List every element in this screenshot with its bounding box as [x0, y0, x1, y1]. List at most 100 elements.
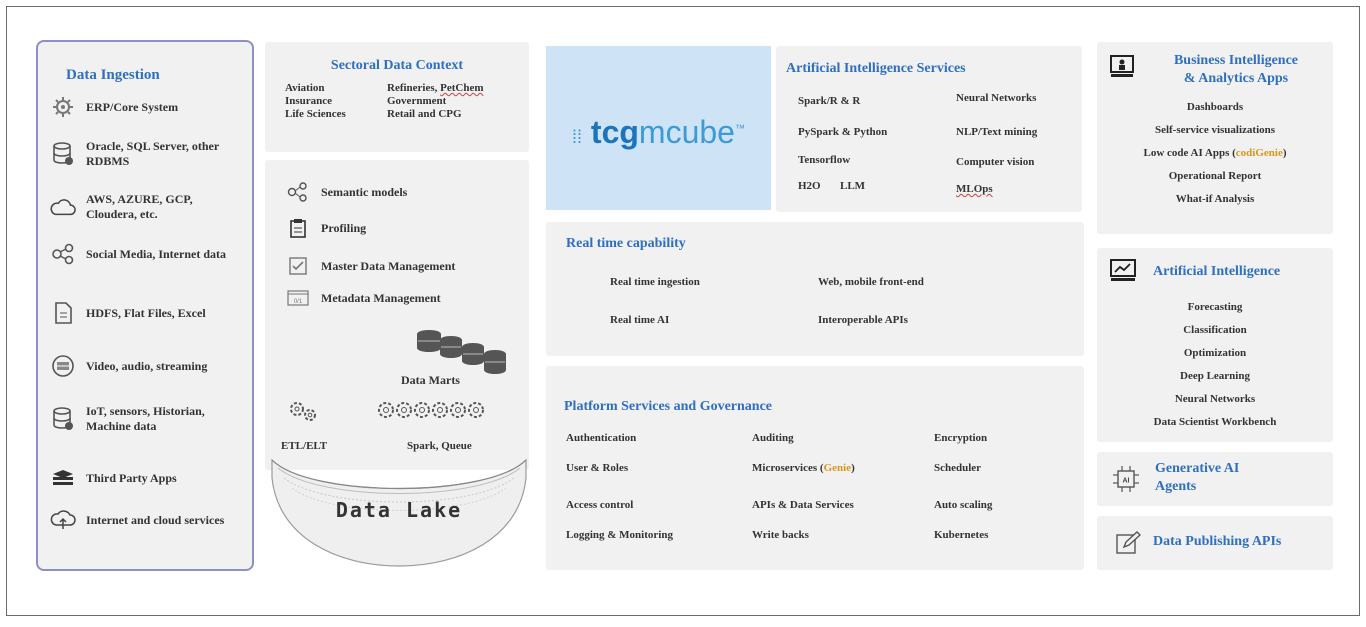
ingestion-item-hdfs: HDFS, Flat Files, Excel: [50, 300, 246, 326]
platform-item: User & Roles: [566, 462, 629, 474]
ai-service-item: Computer vision: [956, 156, 1035, 168]
data-ingestion-panel: Data Ingestion ERP/Core System Oracle, S…: [36, 40, 254, 571]
sector-grid: Aviation Refineries, PetChem Insurance G…: [285, 82, 527, 120]
platform-item: Logging & Monitoring: [566, 529, 673, 541]
media-icon: [50, 353, 76, 379]
ai-title: Artificial Intelligence: [1153, 264, 1281, 279]
bi-item: What-if Analysis: [1175, 193, 1255, 205]
platform-item: APIs & Data Services: [752, 499, 854, 511]
iot-database-icon: [50, 406, 76, 432]
checkbox-icon: [287, 256, 309, 276]
ingestion-label: Social Media, Internet data: [86, 246, 226, 261]
ai-services-title: Artificial Intelligence Services: [786, 61, 966, 76]
ingestion-label: Video, audio, streaming: [86, 358, 208, 373]
spark-queue-label: Spark, Queue: [407, 440, 472, 452]
realtime-item: Web, mobile front-end: [818, 276, 924, 288]
ai-service-item: MLOps: [956, 183, 993, 195]
platform-item: Access control: [566, 499, 634, 511]
semantic-model-icon: [287, 182, 309, 202]
ai-service-item: Tensorflow: [798, 154, 851, 166]
tcgmcube-logo: ⁞⁞ tcgmcube™: [546, 46, 771, 210]
apps-stack-icon: [50, 465, 76, 491]
ai-services-panel: Artificial Intelligence Services Spark/R…: [776, 46, 1082, 212]
platform-item: Microservices (Genie): [752, 462, 855, 474]
realtime-title: Real time capability: [566, 236, 686, 251]
generative-ai-panel: AI Generative AI Agents: [1097, 452, 1333, 506]
platform-item: Scheduler: [934, 462, 982, 474]
sector-label: Insurance: [285, 95, 333, 107]
platform-item: Write backs: [752, 529, 809, 541]
ingestion-label: HDFS, Flat Files, Excel: [86, 305, 206, 320]
sector-label: Refineries, PetChem: [387, 82, 484, 94]
presentation-board-icon: [1109, 54, 1135, 85]
platform-item: Encryption: [934, 432, 988, 444]
sectoral-context-panel: Sectoral Data Context Aviation Refinerie…: [265, 42, 529, 152]
ai-item-list: Forecasting Classification Optimization …: [1097, 296, 1333, 434]
ingestion-item-cloud: AWS, AZURE, GCP, Cloudera, etc.: [50, 192, 246, 222]
ai-item: Forecasting: [1187, 301, 1243, 313]
ingestion-item-iot: IoT, sensors, Historian, Machine data: [50, 404, 246, 434]
realtime-capability-panel: Real time capability Real time ingestion…: [546, 222, 1084, 356]
ai-item: Data Scientist Workbench: [1153, 416, 1277, 428]
bi-item: Low code AI Apps (codiGenie): [1143, 147, 1287, 159]
monitor-chart-icon: [1109, 258, 1137, 289]
erp-gear-icon: [50, 94, 76, 120]
dm-item-mdm: Master Data Management: [287, 256, 455, 276]
platform-item: Auditing: [752, 432, 794, 444]
sectoral-title: Sectoral Data Context: [330, 58, 464, 73]
ingestion-label: ERP/Core System: [86, 99, 179, 114]
bi-item-list: Dashboards Self-service visualizations L…: [1097, 96, 1333, 211]
logo-mark-icon: ⁞⁞: [572, 127, 583, 147]
data-lake: Data Lake: [270, 458, 528, 570]
ingestion-label: Third Party Apps: [86, 470, 177, 485]
metadata-icon: 0/1: [287, 288, 309, 308]
ingestion-label: IoT, sensors, Historian, Machine data: [86, 404, 205, 433]
data-management-panel: Semantic models Profiling Master Data Ma…: [265, 160, 529, 470]
ai-service-item: PySpark & Python: [798, 126, 888, 138]
dm-label: Profiling: [321, 220, 367, 235]
ai-item: Deep Learning: [1180, 370, 1250, 382]
data-publishing-panel: Data Publishing APIs: [1097, 516, 1333, 570]
ingestion-item-social: Social Media, Internet data: [50, 241, 246, 267]
edit-document-icon: [1115, 530, 1142, 561]
file-icon: [50, 300, 76, 326]
bi-item: Operational Report: [1168, 170, 1262, 182]
dm-label: Master Data Management: [321, 258, 456, 273]
platform-item: Kubernetes: [934, 529, 989, 541]
etl-label: ETL/ELT: [281, 440, 328, 452]
realtime-item: Real time ingestion: [610, 276, 700, 288]
platform-title: Platform Services and Governance: [564, 399, 773, 414]
cloud-icon: [50, 194, 76, 220]
bi-analytics-panel: Business Intelligence & Analytics Apps D…: [1097, 42, 1333, 234]
dm-item-semantic: Semantic models: [287, 182, 407, 202]
ingestion-label: Oracle, SQL Server, other RDBMS: [86, 139, 219, 168]
sector-label: Retail and CPG: [387, 108, 462, 120]
platform-services-panel: Platform Services and Governance Authent…: [546, 366, 1084, 570]
spark-gears-icon: [377, 400, 489, 425]
etl-gears-icon: [287, 400, 319, 427]
ingestion-item-rdbms: Oracle, SQL Server, other RDBMS: [50, 139, 246, 169]
dm-label: Semantic models: [321, 184, 408, 199]
bi-title: Business Intelligence & Analytics Apps: [1173, 53, 1299, 86]
ingestion-label: AWS, AZURE, GCP, Cloudera, etc.: [86, 192, 193, 221]
svg-text:AI: AI: [1123, 478, 1130, 485]
ai-service-item: Neural Networks: [956, 92, 1037, 104]
artificial-intelligence-panel: Artificial Intelligence Forecasting Clas…: [1097, 248, 1333, 442]
ingestion-item-thirdparty: Third Party Apps: [50, 465, 246, 491]
platform-item: Authentication: [566, 432, 637, 444]
ai-chip-icon: AI: [1111, 464, 1141, 499]
ai-service-item: LLM: [840, 180, 866, 192]
platform-item: Auto scaling: [934, 499, 993, 511]
sector-label: Government: [387, 95, 447, 107]
clipboard-icon: [287, 218, 309, 238]
svg-text:0/1: 0/1: [294, 299, 303, 305]
ingestion-item-erp: ERP/Core System: [50, 94, 246, 120]
dm-label: Metadata Management: [321, 290, 441, 305]
realtime-item: Interoperable APIs: [818, 314, 908, 326]
sector-label: Aviation: [285, 82, 325, 94]
database-icon: [50, 141, 76, 167]
logo-text: ⁞⁞ tcgmcube™: [572, 114, 745, 150]
ai-item: Classification: [1183, 324, 1247, 336]
social-network-icon: [50, 241, 76, 267]
data-marts-label: Data Marts: [401, 373, 460, 387]
